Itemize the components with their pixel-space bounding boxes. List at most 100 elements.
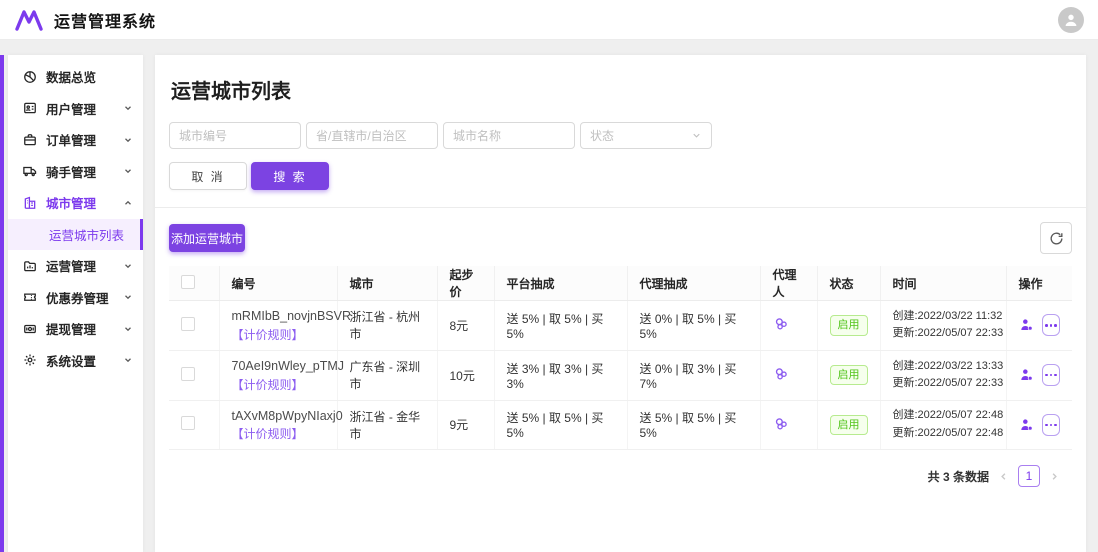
city-name: 浙江省 - 杭州市 [337,301,437,351]
add-operating-city-button[interactable]: 添加运营城市 [169,224,245,252]
more-ellipsis-icon[interactable] [1042,364,1061,386]
status-badge: 启用 [830,365,868,385]
brand: 运营管理系统 [14,8,156,32]
assign-agent-icon[interactable] [1019,367,1035,383]
sidebar: 数据总览 用户管理 订单管理 [8,55,143,552]
updated-time: 更新:2022/05/07 22:33 [893,375,994,393]
city-id: 70AeI9nWley_pTMJ [232,357,325,376]
more-ellipsis-icon[interactable] [1042,414,1061,436]
table-row: tAXvM8pWpyNIaxj0 【计价规则】 浙江省 - 金华市 9元 送 5… [169,400,1072,450]
assign-agent-icon[interactable] [1019,317,1035,333]
col-header-id: 编号 [219,266,337,301]
prev-page-icon[interactable] [998,471,1009,482]
sidebar-item-label: 城市管理 [46,193,114,212]
base-price: 8元 [437,301,494,351]
chevron-down-icon [123,355,133,365]
refresh-button[interactable] [1040,222,1072,254]
col-header-base-price: 起步价 [437,266,494,301]
base-price: 10元 [437,350,494,400]
sidebar-item-label: 数据总览 [46,67,133,86]
sidebar-subitem-operating-city-list[interactable]: 运营城市列表 [8,219,143,251]
sidebar-item-withdrawal-management[interactable]: 提现管理 [8,313,143,345]
col-header-agent-cut: 代理抽成 [627,266,760,301]
sidebar-item-data-overview[interactable]: 数据总览 [8,61,143,93]
sidebar-item-rider-management[interactable]: 骑手管理 [8,156,143,188]
chevron-down-icon [123,324,133,334]
row-checkbox[interactable] [181,367,195,381]
rider-truck-icon [23,164,37,178]
search-button[interactable]: 搜 索 [251,162,329,190]
page-title: 运营城市列表 [171,75,1070,104]
main-content: 运营城市列表 状态 取 消 搜 索 添加运营城市 [155,55,1086,552]
sidebar-item-label: 运营管理 [46,256,114,275]
sidebar-item-label: 订单管理 [46,130,114,149]
created-time: 创建:2022/03/22 11:32 [893,308,994,326]
row-checkbox[interactable] [181,416,195,430]
table-toolbar: 添加运营城市 [169,222,1072,254]
sidebar-item-operations-management[interactable]: 运营管理 [8,250,143,282]
status-badge: 启用 [830,315,868,335]
province-input[interactable] [306,122,438,149]
col-header-actions: 操作 [1006,266,1072,301]
chevron-down-icon [691,130,702,141]
coupon-icon [23,290,37,304]
cancel-button[interactable]: 取 消 [169,162,247,190]
agent-group-icon[interactable] [773,415,790,432]
city-name: 浙江省 - 金华市 [337,400,437,450]
updated-time: 更新:2022/05/07 22:48 [893,425,994,443]
platform-cut: 送 5% | 取 5% | 买 5% [494,301,627,351]
more-ellipsis-icon[interactable] [1042,314,1061,336]
table-row: mRMIbB_novjnBSVR 【计价规则】 浙江省 - 杭州市 8元 送 5… [169,301,1072,351]
user-avatar-icon[interactable] [1058,7,1084,33]
chevron-down-icon [123,166,133,176]
sidebar-item-coupon-management[interactable]: 优惠券管理 [8,282,143,314]
sidebar-item-label: 用户管理 [46,99,114,118]
city-id-input[interactable] [169,122,301,149]
left-accent-bar [0,55,4,552]
status-select-placeholder: 状态 [590,127,614,144]
agent-cut: 送 0% | 取 3% | 买 7% [627,350,760,400]
orders-icon [23,133,37,147]
sidebar-subitem-label: 运营城市列表 [49,225,124,244]
sidebar-item-city-management[interactable]: 城市管理 [8,187,143,219]
sidebar-item-system-settings[interactable]: 系统设置 [8,345,143,377]
pricing-rule-link[interactable]: 【计价规则】 [232,425,325,443]
chevron-down-icon [123,292,133,302]
sidebar-item-label: 骑手管理 [46,162,114,181]
sidebar-item-label: 提现管理 [46,319,114,338]
sidebar-item-order-management[interactable]: 订单管理 [8,124,143,156]
chevron-down-icon [123,103,133,113]
sidebar-item-label: 系统设置 [46,351,114,370]
table-row: 70AeI9nWley_pTMJ 【计价规则】 广东省 - 深圳市 10元 送 … [169,350,1072,400]
col-header-status: 状态 [817,266,880,301]
brand-m-logo-icon [14,8,44,32]
filter-buttons: 取 消 搜 索 [169,162,1072,190]
base-price: 9元 [437,400,494,450]
col-header-city: 城市 [337,266,437,301]
col-header-agent: 代理人 [760,266,817,301]
next-page-icon[interactable] [1049,471,1060,482]
created-time: 创建:2022/03/22 13:33 [893,358,994,376]
city-name-input[interactable] [443,122,575,149]
assign-agent-icon[interactable] [1019,417,1035,433]
filter-row: 状态 [169,122,1072,149]
section-divider [155,207,1086,208]
platform-cut: 送 3% | 取 3% | 买 3% [494,350,627,400]
agent-group-icon[interactable] [773,315,790,332]
pricing-rule-link[interactable]: 【计价规则】 [232,326,325,344]
sidebar-item-label: 优惠券管理 [46,288,114,307]
col-header-platform-cut: 平台抽成 [494,266,627,301]
status-badge: 启用 [830,415,868,435]
sidebar-item-user-management[interactable]: 用户管理 [8,93,143,125]
agent-group-icon[interactable] [773,365,790,382]
pricing-rule-link[interactable]: 【计价规则】 [232,376,325,394]
status-select[interactable]: 状态 [580,122,712,149]
platform-cut: 送 5% | 取 5% | 买 5% [494,400,627,450]
select-all-checkbox[interactable] [181,275,195,289]
top-header: 运营管理系统 [0,0,1098,40]
pagination: 共 3 条数据 1 [169,465,1072,487]
page-number-button[interactable]: 1 [1018,465,1040,487]
chevron-down-icon [123,135,133,145]
users-icon [23,101,37,115]
row-checkbox[interactable] [181,317,195,331]
